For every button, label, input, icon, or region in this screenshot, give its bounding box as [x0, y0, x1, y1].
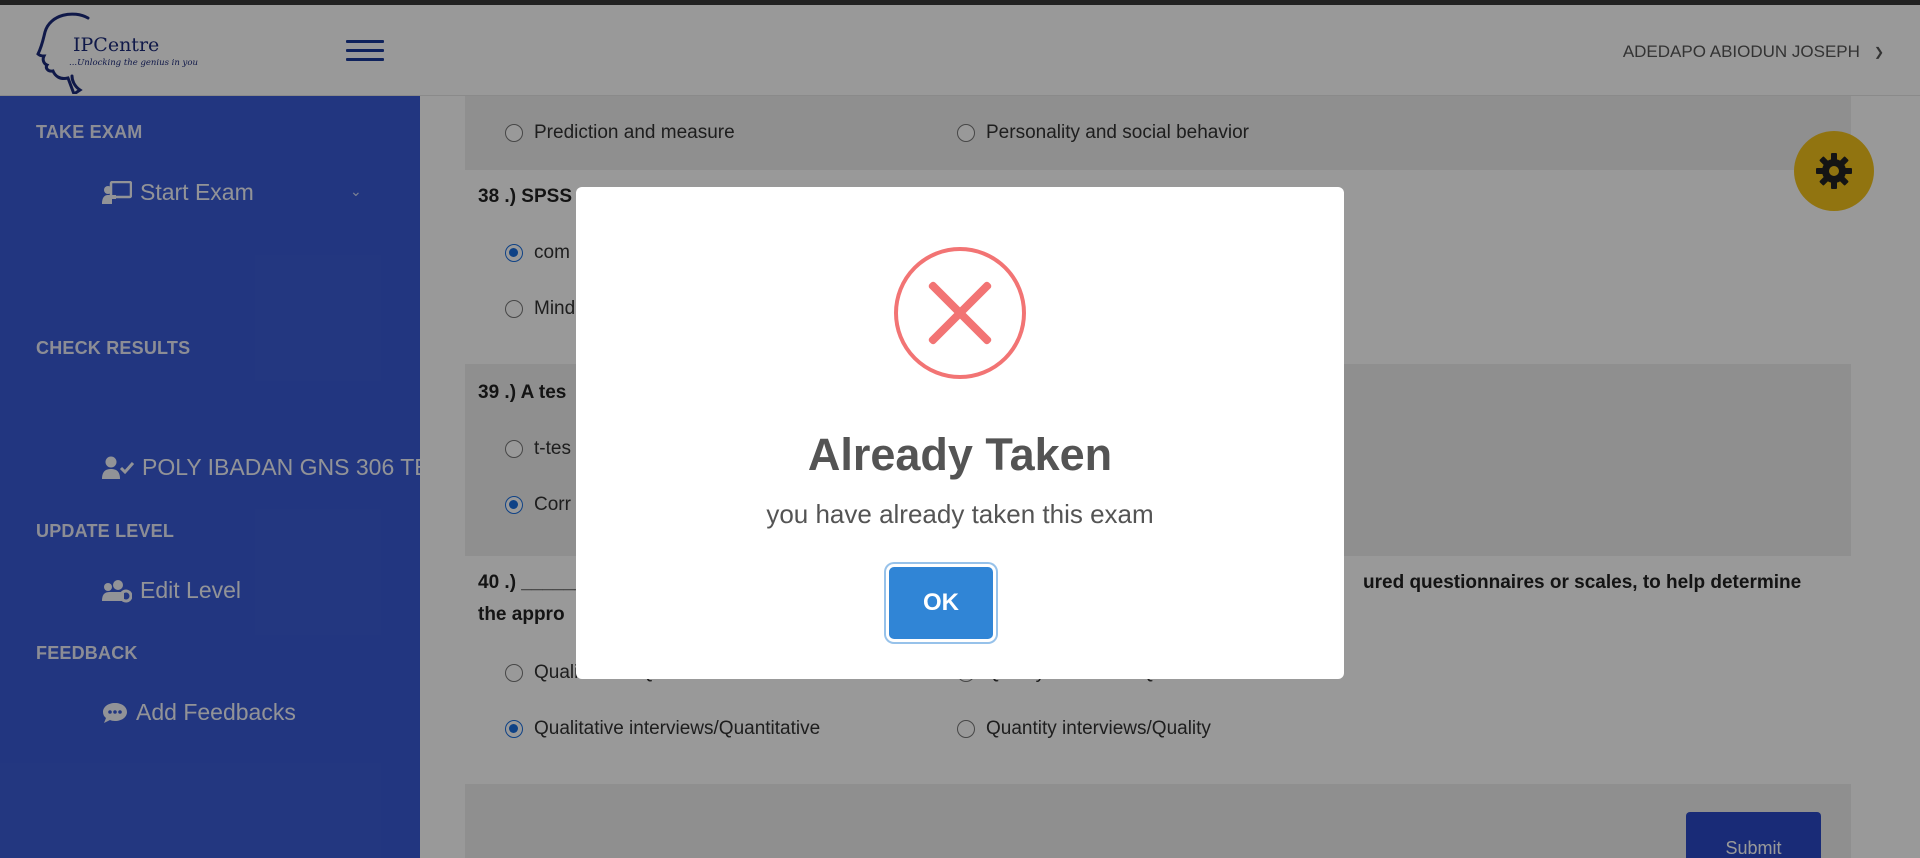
dialog-title: Already Taken [807, 429, 1113, 480]
dialog-message: you have already taken this exam [766, 499, 1154, 529]
ok-button[interactable]: OK [889, 567, 993, 639]
alert-dialog: Already Taken you have already taken thi… [576, 187, 1344, 679]
error-x-icon [894, 247, 1026, 379]
